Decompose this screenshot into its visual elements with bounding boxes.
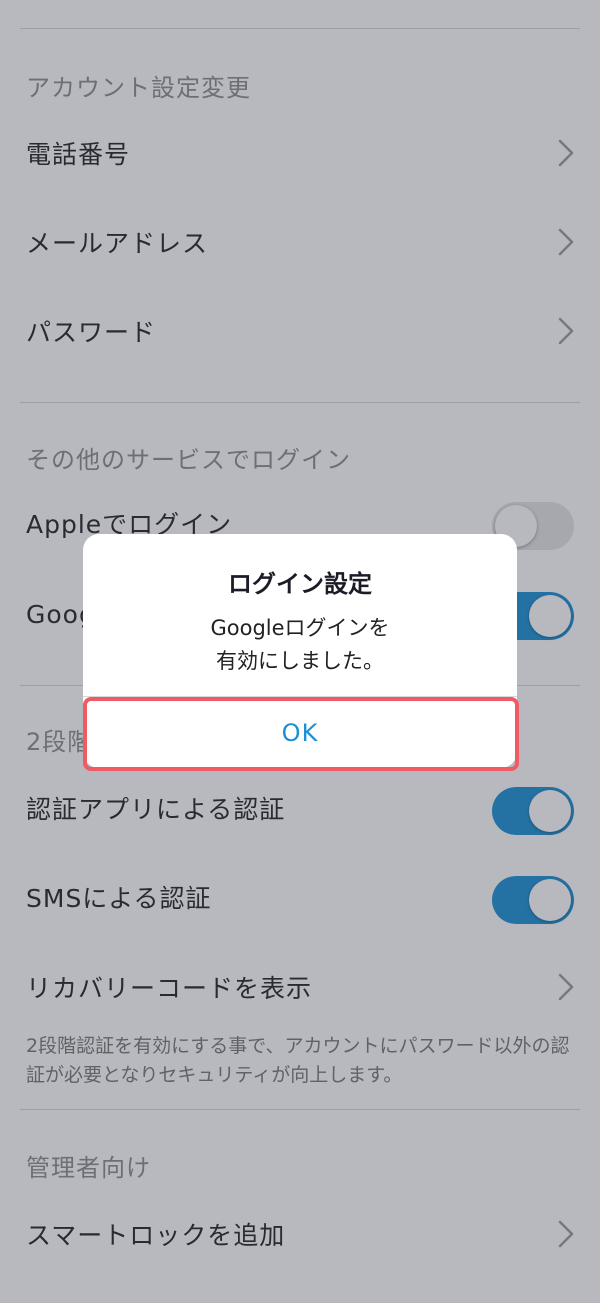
dialog-message-line-1: Googleログインを xyxy=(210,616,390,640)
login-settings-dialog: ログイン設定 Googleログインを 有効にしました。 OK xyxy=(83,534,517,768)
dialog-title: ログイン設定 xyxy=(228,570,372,598)
ok-button[interactable]: OK xyxy=(83,697,517,768)
dialog-message-line-2: 有効にしました。 xyxy=(216,649,384,673)
dialog-message: Googleログインを 有効にしました。 xyxy=(83,612,517,678)
